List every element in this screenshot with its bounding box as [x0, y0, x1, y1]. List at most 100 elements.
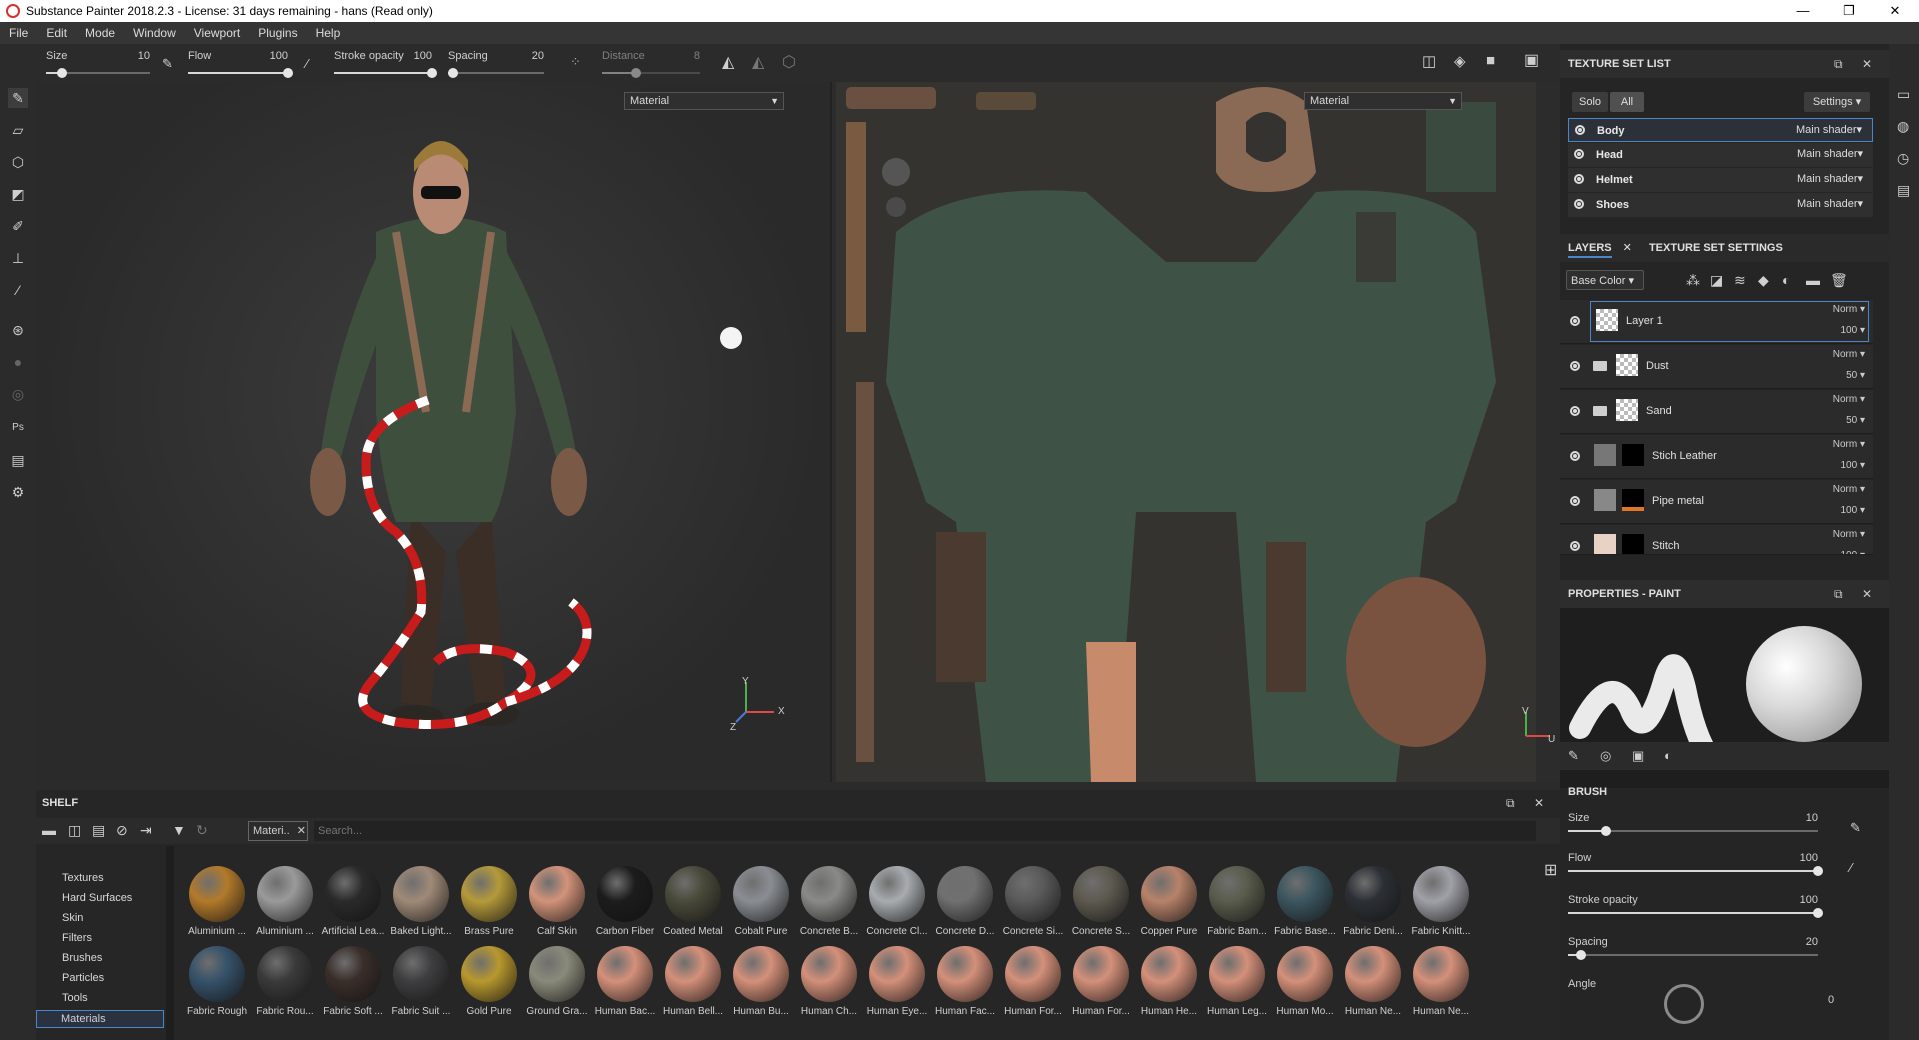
delete-layer-icon[interactable]: 🗑	[1830, 272, 1848, 289]
material-item[interactable]: Concrete D...	[932, 866, 998, 944]
material-item[interactable]: Concrete Cl...	[864, 866, 930, 944]
opacity-field[interactable]: 100 ▾	[1841, 505, 1866, 516]
blend-mode-select[interactable]: Norm ▾	[1833, 304, 1865, 315]
flow-slider-handle[interactable]	[283, 68, 293, 78]
remove-filter-icon[interactable]: ✕	[297, 825, 306, 837]
flow-pressure-icon[interactable]: ⁄	[306, 56, 308, 71]
material-item[interactable]: Concrete S...	[1068, 866, 1134, 944]
display-mode-icon[interactable]: ◈	[1454, 52, 1466, 70]
visibility-eye-icon[interactable]	[1570, 496, 1580, 506]
smart-material-icon[interactable]: ◐	[1782, 272, 1790, 288]
material-item[interactable]: Gold Pure	[456, 946, 522, 1024]
brush-stroke-opacity-slider[interactable]: Stroke opacity 100	[1568, 894, 1828, 928]
shader-select[interactable]: Main shader▾	[1793, 145, 1869, 163]
opacity-field[interactable]: 100 ▾	[1841, 460, 1866, 471]
projection-icon[interactable]: ⬡	[8, 152, 28, 172]
opacity-field[interactable]: 50 ▾	[1846, 370, 1865, 381]
brush-tab-icon[interactable]: ✎	[1568, 748, 1579, 764]
screenshot-icon[interactable]: ▣	[1524, 50, 1539, 70]
material-item[interactable]: Fabric Soft ...	[320, 946, 386, 1024]
blend-mode-select[interactable]: Norm ▾	[1833, 349, 1865, 360]
color-picker-icon[interactable]: ⁄	[8, 280, 28, 300]
filter-tag[interactable]: Materi.. ✕	[248, 821, 308, 841]
material-item[interactable]: Human Ne...	[1340, 946, 1406, 1024]
blend-mode-select[interactable]: Norm ▾	[1833, 484, 1865, 495]
menu-file[interactable]: File	[0, 26, 37, 40]
category-tools[interactable]: Tools	[62, 992, 88, 1004]
material-item[interactable]: Fabric Rough	[184, 946, 250, 1024]
tab-texture-set-settings[interactable]: TEXTURE SET SETTINGS	[1649, 242, 1783, 254]
material-item[interactable]: Human Bac...	[592, 946, 658, 1024]
visibility-eye-icon[interactable]	[1570, 316, 1580, 326]
layer-row-dust[interactable]: Dust Norm ▾ 50 ▾	[1560, 345, 1873, 389]
settings-gear-icon[interactable]: ⚙	[8, 482, 28, 502]
refresh-icon[interactable]: ↻	[196, 822, 208, 839]
category-materials[interactable]: Materials	[36, 1010, 164, 1028]
size-slider[interactable]: Size 10	[46, 48, 150, 80]
menu-edit[interactable]: Edit	[37, 26, 76, 40]
filter-icon[interactable]: ▼	[172, 822, 186, 838]
visibility-eye-icon[interactable]	[1570, 541, 1580, 551]
tab-layers[interactable]: LAYERS	[1568, 242, 1612, 258]
eraser-icon[interactable]: ▱	[8, 120, 28, 140]
import-icon[interactable]: ▤	[92, 822, 105, 839]
folder-icon[interactable]: ▬	[42, 822, 56, 838]
material-item[interactable]: Human Eye...	[864, 946, 930, 1024]
material-tab-icon[interactable]: ◎	[1600, 748, 1611, 764]
layer-row-stich-leather[interactable]: Stich Leather Norm ▾ 100 ▾	[1560, 435, 1873, 479]
minimize-button[interactable]: —	[1780, 0, 1826, 22]
material-item[interactable]: Fabric Knitt...	[1408, 866, 1474, 944]
angle-dial[interactable]	[1664, 984, 1704, 1024]
alpha-tab-icon[interactable]: ▣	[1632, 748, 1644, 764]
opacity-field[interactable]: 50 ▾	[1846, 415, 1865, 426]
add-fill-layer-icon[interactable]: ◆	[1758, 272, 1769, 289]
opacity-field[interactable]: 100 ▾	[1841, 325, 1866, 336]
visibility-eye-icon[interactable]	[1570, 361, 1580, 371]
visibility-eye-icon[interactable]	[1574, 174, 1584, 184]
distance-slider-handle[interactable]	[631, 68, 642, 78]
smudge-icon[interactable]: ✐	[8, 216, 28, 236]
photoshop-icon[interactable]: Ps	[8, 418, 28, 438]
blend-mode-select[interactable]: Norm ▾	[1833, 394, 1865, 405]
menu-viewport[interactable]: Viewport	[185, 26, 249, 40]
material-item[interactable]: Cobalt Pure	[728, 866, 794, 944]
category-scrollbar[interactable]	[166, 846, 174, 1040]
material-item[interactable]: Ground Gra...	[524, 946, 590, 1024]
material-item[interactable]: Human Fac...	[932, 946, 998, 1024]
bake-icon[interactable]: ⊛	[8, 320, 28, 340]
texture-set-head[interactable]: Head Main shader▾	[1568, 143, 1873, 167]
paint-brush-icon[interactable]: ✎	[8, 88, 28, 108]
display-settings-icon[interactable]: ▭	[1897, 86, 1910, 103]
material-item[interactable]: Fabric Suit ...	[388, 946, 454, 1024]
blend-mode-select[interactable]: Norm ▾	[1833, 439, 1865, 450]
size-pressure-icon[interactable]: ✎	[1850, 820, 1861, 836]
size-slider-handle[interactable]	[56, 68, 67, 78]
category-brushes[interactable]: Brushes	[62, 952, 102, 964]
material-item[interactable]: Human Bu...	[728, 946, 794, 1024]
visibility-eye-icon[interactable]	[1570, 451, 1580, 461]
log-icon[interactable]: ▤	[1897, 182, 1910, 199]
texture-set-shoes[interactable]: Shoes Main shader▾	[1568, 193, 1873, 217]
menu-plugins[interactable]: Plugins	[249, 26, 306, 40]
texture-set-helmet[interactable]: Helmet Main shader▾	[1568, 168, 1873, 192]
layer-row-sand[interactable]: Sand Norm ▾ 50 ▾	[1560, 390, 1873, 434]
shelf-search-input[interactable]	[314, 821, 1536, 841]
symmetry-settings-icon[interactable]: ⬡	[782, 52, 796, 72]
viewport-2d[interactable]: Material ▼ V U	[830, 82, 1560, 782]
visibility-eye-icon[interactable]	[1574, 149, 1584, 159]
iray-icon[interactable]: ◎	[8, 384, 28, 404]
float-panel-icon[interactable]: ⧉	[1834, 580, 1843, 608]
material-item[interactable]: Human He...	[1136, 946, 1202, 1024]
mirror-icon[interactable]: ◭	[752, 52, 764, 72]
material-item[interactable]: Human Ch...	[796, 946, 862, 1024]
layer-row-layer-1[interactable]: Layer 1 Norm ▾ 100 ▾	[1560, 300, 1873, 344]
brush-pressure-icon[interactable]: ✎	[162, 56, 173, 72]
export-shelf-icon[interactable]: ⇥	[140, 822, 152, 839]
bell-icon[interactable]: ●	[8, 352, 28, 372]
viewport-2d-mode-select[interactable]: Material ▼	[1304, 92, 1462, 110]
brush-spacing-handle[interactable]	[1575, 950, 1586, 960]
settings-dropdown[interactable]: Settings ▾	[1804, 92, 1870, 112]
geometry-fill-icon[interactable]: ◩	[8, 184, 28, 204]
hide-icon[interactable]: ⊘	[116, 822, 128, 839]
stroke-opacity-slider[interactable]: Stroke opacity 100	[334, 48, 437, 80]
